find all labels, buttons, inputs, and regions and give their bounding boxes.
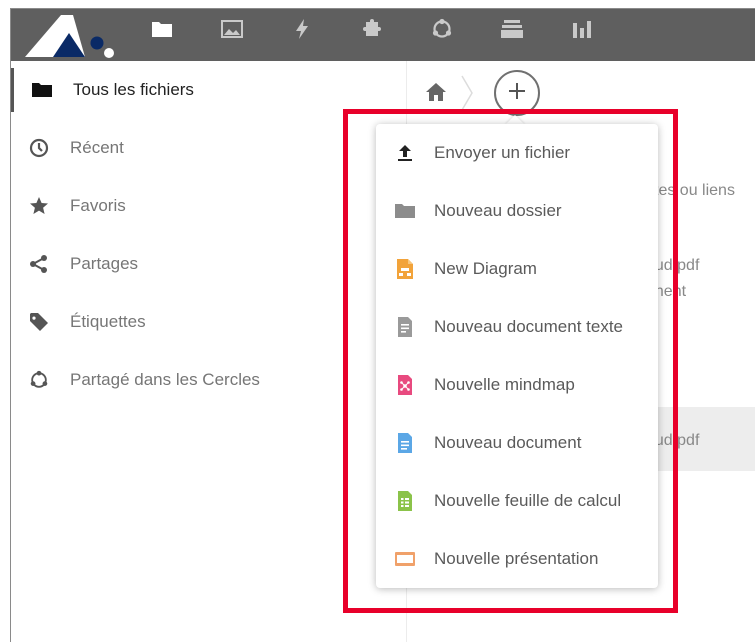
- activity-icon: [295, 19, 309, 39]
- circles-app-icon[interactable]: [417, 9, 467, 49]
- menu-item-label: Nouvelle présentation: [434, 549, 599, 568]
- star-icon: [29, 196, 49, 216]
- tag-icon: [29, 312, 49, 332]
- files-app-icon[interactable]: [137, 9, 187, 49]
- menu-item-new-folder[interactable]: Nouveau dossier: [376, 182, 658, 240]
- menu-item-new-mindmap[interactable]: Nouvelle mindmap: [376, 356, 658, 414]
- mindmap-icon: [395, 375, 415, 395]
- new-file-button[interactable]: [494, 70, 540, 116]
- sidebar-item-label: Récent: [70, 138, 124, 157]
- sidebar-item-recent[interactable]: Récent: [11, 126, 407, 170]
- activity-app-icon[interactable]: [277, 9, 327, 49]
- menu-item-new-spreadsheet[interactable]: Nouvelle feuille de calcul: [376, 472, 658, 530]
- deck-app-icon[interactable]: [487, 9, 537, 49]
- sidebar-item-tags[interactable]: Étiquettes: [11, 300, 407, 344]
- breadcrumb-separator: [460, 75, 474, 111]
- menu-item-label: Nouvelle feuille de calcul: [434, 491, 622, 510]
- app-window: Tous les fichiers Récent Favoris Partage…: [10, 8, 755, 642]
- analytics-app-icon[interactable]: [557, 9, 607, 49]
- background-text: stes ou liens: [646, 182, 735, 199]
- menu-item-new-document[interactable]: Nouveau document: [376, 414, 658, 472]
- sidebar-item-all-files[interactable]: Tous les fichiers: [11, 68, 407, 112]
- sidebar-item-favorites[interactable]: Favoris: [11, 184, 407, 228]
- menu-item-new-diagram[interactable]: New Diagram: [376, 240, 658, 298]
- circles-icon: [431, 18, 453, 40]
- sidebar-item-label: Partages: [70, 254, 139, 273]
- apps-app-icon[interactable]: [347, 9, 397, 49]
- menu-item-label: Nouveau document texte: [434, 317, 624, 336]
- folder-icon: [32, 80, 52, 100]
- menu-item-label: Nouveau document: [434, 433, 582, 452]
- photos-app-icon[interactable]: [207, 9, 257, 49]
- folder-icon: [395, 201, 415, 221]
- share-icon: [29, 254, 49, 274]
- presentation-icon: [395, 549, 415, 569]
- puzzle-icon: [362, 19, 382, 39]
- bar-chart-icon: [572, 19, 592, 39]
- menu-item-new-text-document[interactable]: Nouveau document texte: [376, 298, 658, 356]
- menu-item-label: Nouveau dossier: [434, 201, 562, 220]
- document-icon: [395, 433, 415, 453]
- text-file-icon: [395, 317, 415, 337]
- navigation-sidebar: Tous les fichiers Récent Favoris Partage…: [11, 61, 407, 642]
- sidebar-item-label: Tous les fichiers: [73, 80, 194, 99]
- deck-icon: [501, 19, 523, 39]
- nextcloud-logo[interactable]: [25, 13, 125, 59]
- menu-item-upload-file[interactable]: Envoyer un fichier: [376, 124, 658, 182]
- home-icon[interactable]: [426, 83, 446, 101]
- spreadsheet-icon: [395, 491, 415, 511]
- circles-icon: [29, 370, 49, 390]
- sidebar-item-label: Favoris: [70, 196, 126, 215]
- clock-icon: [29, 138, 49, 158]
- upload-icon: [395, 143, 415, 163]
- menu-item-label: New Diagram: [434, 259, 537, 278]
- plus-icon: [508, 82, 526, 105]
- menu-item-new-presentation[interactable]: Nouvelle présentation: [376, 530, 658, 588]
- sidebar-item-label: Partagé dans les Cercles: [70, 370, 260, 389]
- sidebar-item-label: Étiquettes: [70, 312, 146, 331]
- diagram-icon: [395, 259, 415, 279]
- menu-item-label: Nouvelle mindmap: [434, 375, 575, 394]
- new-file-menu: Envoyer un fichier Nouveau dossier New D…: [376, 124, 658, 588]
- folder-icon: [151, 20, 173, 38]
- menu-item-label: Envoyer un fichier: [434, 143, 571, 162]
- image-icon: [221, 20, 243, 38]
- top-header-bar: [11, 9, 755, 61]
- sidebar-item-circles[interactable]: Partagé dans les Cercles: [11, 358, 407, 402]
- sidebar-item-shares[interactable]: Partages: [11, 242, 407, 286]
